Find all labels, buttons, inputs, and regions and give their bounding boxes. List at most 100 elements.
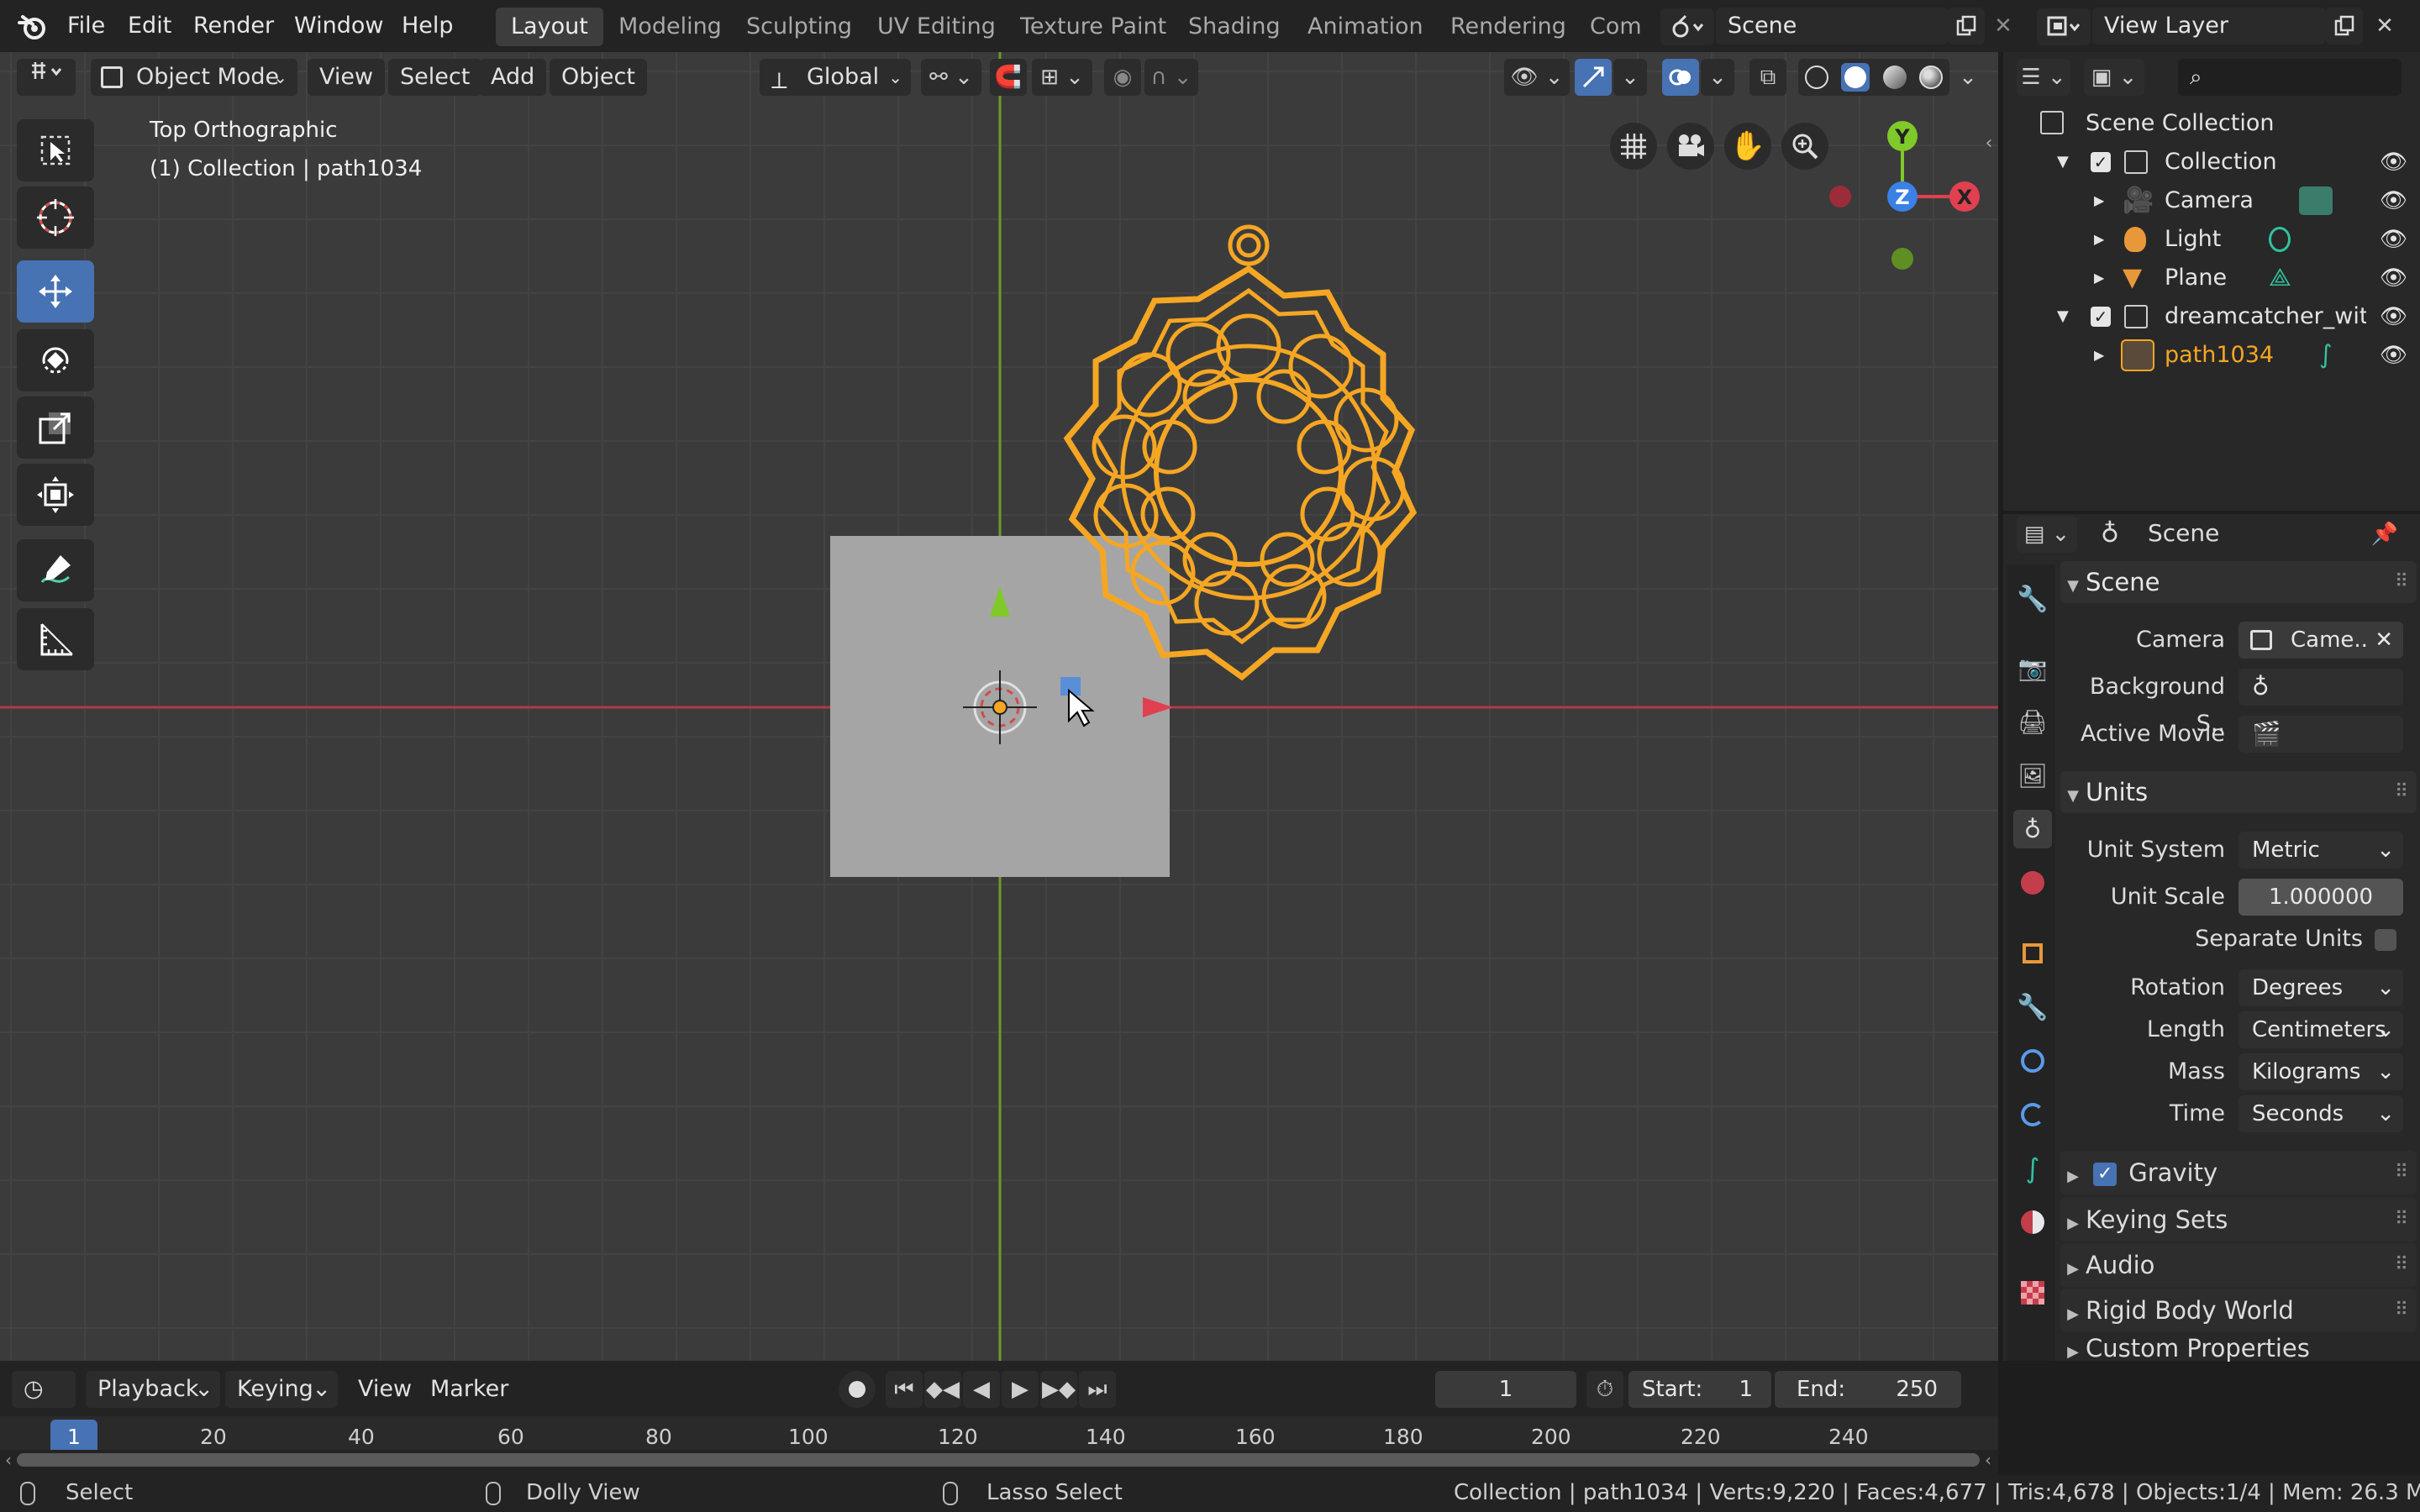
view-layer-browse-icon[interactable]	[2037, 8, 2091, 45]
outliner-row-camera[interactable]: ▶ 🎥 Camera 👁	[2003, 181, 2420, 220]
tab-modeling[interactable]: Modeling	[603, 8, 737, 46]
units-panel-header[interactable]: ▼ Units ⠿	[2060, 771, 2417, 813]
scene-browse-icon[interactable]	[1660, 8, 1714, 45]
overlays-toggle-icon[interactable]	[1662, 59, 1699, 96]
menu-edit[interactable]: Edit	[128, 7, 171, 45]
display-mode-icon[interactable]: ▣ ⌄	[2084, 59, 2144, 96]
outliner-row-dreamcatcher[interactable]: ▼ ✓ dreamcatcher_with_ 👁	[2003, 297, 2420, 336]
tab-material-icon[interactable]	[2013, 1203, 2052, 1242]
mass-dropdown[interactable]: Kilograms ⌄	[2238, 1053, 2403, 1090]
light-data-icon[interactable]	[2269, 227, 2291, 252]
custom-properties-panel-header[interactable]: ▶ Custom Properties	[2060, 1336, 2417, 1361]
tab-output-icon[interactable]: 🖨	[2013, 702, 2052, 741]
play-icon[interactable]: ▶	[1002, 1371, 1039, 1408]
visibility-options-icon[interactable]: 👁 ⌄	[1504, 59, 1570, 96]
menu-file[interactable]: File	[67, 7, 105, 45]
jump-to-end-icon[interactable]: ⏭	[1079, 1371, 1116, 1408]
outliner-row-scene-collection[interactable]: Scene Collection	[2003, 104, 2420, 143]
scene-name-field[interactable]: Scene	[1716, 8, 1948, 45]
tab-modifiers-icon[interactable]: 🔧	[2013, 988, 2052, 1026]
current-frame-input[interactable]: 1	[1435, 1371, 1576, 1408]
visibility-eye-icon[interactable]: 👁	[2380, 297, 2407, 336]
menu-help[interactable]: Help	[402, 7, 454, 45]
outliner-row-collection[interactable]: ▼ ✓ Collection 👁	[2003, 143, 2420, 181]
expand-arrow-icon[interactable]: ▼	[2057, 297, 2069, 336]
next-keyframe-icon[interactable]: ▶◆	[1040, 1371, 1077, 1408]
transform-tool[interactable]	[17, 464, 94, 526]
editor-type-button[interactable]	[17, 59, 76, 96]
xray-toggle-icon[interactable]: ⧉	[1749, 59, 1786, 96]
camera-view-icon[interactable]	[1667, 123, 1714, 170]
scroll-left-chevron-icon[interactable]: ‹	[0, 1448, 17, 1472]
tab-render-icon[interactable]: 📷	[2013, 648, 2052, 687]
gravity-panel-header[interactable]: ▶ ✓ Gravity ⠿	[2060, 1151, 2417, 1194]
transform-orientation-dropdown[interactable]: ⟂ Global ⌄	[760, 59, 911, 96]
falloff-icon[interactable]: ∩ ⌄	[1144, 59, 1198, 96]
rendered-shading-icon[interactable]	[1919, 66, 1944, 89]
tab-tool-icon[interactable]: 🔧	[2013, 580, 2052, 618]
pan-view-hand-icon[interactable]: ✋	[1724, 123, 1771, 170]
visibility-eye-icon[interactable]: 👁	[2380, 181, 2407, 220]
expand-arrow-icon[interactable]: ▶	[2094, 181, 2104, 220]
timeline-scrollbar[interactable]	[17, 1453, 1980, 1467]
wireframe-shading-icon[interactable]	[1804, 66, 1828, 89]
stopwatch-icon[interactable]: ⏱	[1586, 1371, 1623, 1408]
tab-animation[interactable]: Animation	[1292, 8, 1439, 46]
checkbox-icon[interactable]: ✓	[2091, 152, 2111, 172]
toggle-ortho-grid-icon[interactable]	[1610, 123, 1657, 170]
previous-keyframe-icon[interactable]: ◆◀	[924, 1371, 961, 1408]
time-dropdown[interactable]: Seconds ⌄	[2238, 1095, 2403, 1132]
gizmo-options-chevron-icon[interactable]: ⌄	[1613, 59, 1647, 96]
playback-menu[interactable]: Playback ⌄	[86, 1371, 220, 1408]
tab-sculpting[interactable]: Sculpting	[731, 8, 867, 46]
menu-render[interactable]: Render	[193, 7, 274, 45]
jump-to-start-icon[interactable]: ⏮	[886, 1371, 923, 1408]
expand-arrow-icon[interactable]: ▶	[2094, 220, 2104, 259]
annotate-tool[interactable]	[17, 539, 94, 601]
3d-viewport[interactable]	[0, 52, 1998, 1361]
tab-uv-editing[interactable]: UV Editing	[862, 8, 1011, 46]
record-button-icon[interactable]	[839, 1371, 876, 1408]
tab-scene-icon[interactable]: ♁	[2013, 810, 2052, 848]
tab-layout[interactable]: Layout	[496, 8, 603, 46]
expand-arrow-icon[interactable]: ▼	[2057, 143, 2069, 181]
snap-target-icon[interactable]: ⊞ ⌄	[1032, 59, 1092, 96]
pin-icon[interactable]: 📌	[2366, 516, 2403, 553]
keying-menu[interactable]: Keying ⌄	[225, 1371, 338, 1408]
drag-handle-icon[interactable]: ⠿	[2395, 1243, 2408, 1287]
audio-panel-header[interactable]: ▶ Audio ⠿	[2060, 1243, 2417, 1287]
play-reverse-icon[interactable]: ◀	[963, 1371, 1000, 1408]
active-movie-clip-field[interactable]: 🎬	[2238, 716, 2403, 753]
new-view-layer-icon[interactable]	[2326, 8, 2363, 45]
menu-window[interactable]: Window	[294, 7, 383, 45]
start-frame-input[interactable]: Start: 1	[1628, 1371, 1771, 1408]
gizmo-toggle-icon[interactable]	[1575, 59, 1612, 96]
material-shading-icon[interactable]	[1882, 66, 1907, 89]
visibility-eye-icon[interactable]: 👁	[2380, 143, 2407, 181]
rotate-tool[interactable]	[17, 329, 94, 391]
delete-view-layer-icon[interactable]: ✕	[2368, 8, 2402, 45]
solid-shading-icon[interactable]	[1841, 63, 1870, 92]
properties-editor-type-icon[interactable]: ▤ ⌄	[2017, 516, 2077, 553]
background-scene-field[interactable]: ♁	[2238, 669, 2403, 706]
outliner-row-path1034[interactable]: ▶ path1034 ∫ 👁	[2003, 336, 2420, 375]
camera-data-icon[interactable]	[2299, 186, 2333, 215]
tab-curve-data-icon[interactable]: ∫	[2013, 1149, 2052, 1188]
move-tool[interactable]	[17, 260, 94, 323]
drag-handle-icon[interactable]: ⠿	[2395, 1198, 2408, 1242]
tab-shading[interactable]: Shading	[1173, 8, 1296, 46]
end-frame-input[interactable]: End: 250	[1775, 1371, 1961, 1408]
length-dropdown[interactable]: Centimeters ⌄	[2238, 1011, 2403, 1048]
pivot-point-icon[interactable]: ⚯ ⌄	[921, 59, 981, 96]
shading-options-chevron-icon[interactable]: ⌄	[1951, 59, 1985, 96]
menu-view[interactable]: View	[308, 59, 386, 96]
expand-arrow-icon[interactable]: ▶	[2094, 259, 2104, 297]
tab-object-icon[interactable]	[2013, 934, 2052, 973]
delete-scene-icon[interactable]: ✕	[1986, 8, 2020, 45]
scale-tool[interactable]	[17, 396, 94, 459]
camera-field[interactable]: Came.. ✕	[2238, 622, 2403, 659]
select-box-tool[interactable]	[17, 119, 94, 181]
new-scene-icon[interactable]	[1948, 8, 1985, 45]
checkbox-icon[interactable]: ✓	[2091, 307, 2111, 327]
clear-icon[interactable]: ✕	[2375, 622, 2393, 659]
